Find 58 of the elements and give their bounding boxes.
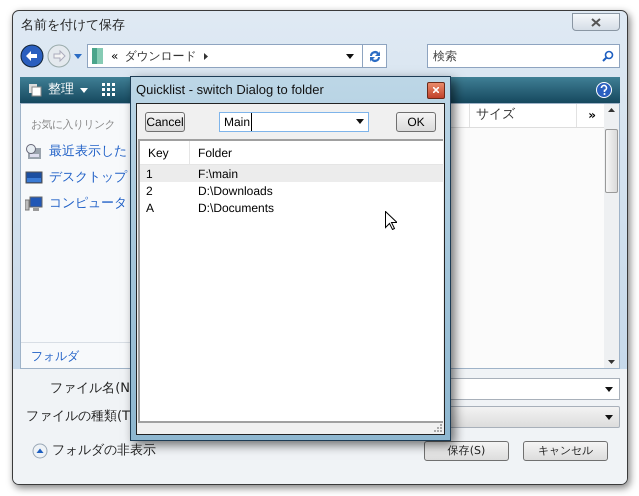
close-button[interactable] [427,82,445,98]
scroll-thumb[interactable] [605,129,618,193]
close-button[interactable] [572,13,620,31]
ok-button[interactable]: OK [396,112,436,132]
favorites-heading: お気に入りリンク [31,117,115,133]
cancel-button[interactable]: Cancel [145,112,185,132]
folder-path: D:\Downloads [197,182,273,200]
close-icon [591,18,601,26]
computer-icon [25,196,43,212]
window-title: 名前を付けて保存 [20,17,125,36]
address-bar[interactable]: « ダウンロード [87,44,387,68]
dropdown-icon[interactable] [80,88,88,92]
column-header[interactable]: サイズ [469,104,576,127]
refresh-icon[interactable] [368,49,382,63]
key-text: 2 [145,182,154,200]
close-icon [433,87,439,93]
search-placeholder: 検索 [433,48,457,65]
mouse-cursor-icon [385,211,397,230]
clock-folder-icon [25,144,43,160]
resize-grip-icon[interactable] [433,423,442,432]
collapse-icon[interactable] [32,443,48,459]
favorite-label[interactable]: デスクトップ [49,168,127,188]
help-icon[interactable] [596,82,612,98]
dropdown-icon[interactable] [356,119,364,124]
scrollbar[interactable] [604,104,619,368]
organize-button[interactable]: 整理 [48,80,74,100]
scroll-up-icon[interactable] [608,108,615,112]
breadcrumb-overflow[interactable]: « [111,47,118,65]
key-text: A [145,200,156,216]
chevron-icon[interactable] [204,52,208,60]
desktop-icon [25,170,43,186]
hide-folders-toggle[interactable]: フォルダの非表示 [52,441,156,461]
grid-icon[interactable] [102,83,116,97]
search-field[interactable]: 検索 [427,44,620,68]
folder-combo[interactable]: Main [219,112,369,132]
scroll-down-icon[interactable] [608,360,615,364]
pages-icon [28,83,42,97]
dropdown-icon[interactable] [605,414,613,420]
combo-value: Main [224,112,252,130]
column-header[interactable]: Folder [190,141,443,164]
folder-path: F:\main [197,166,238,182]
column-header[interactable]: Key [140,141,190,164]
list-row[interactable]: 1 F:\main [140,165,443,182]
folder-icon [91,47,105,65]
dialog-button[interactable]: 保存(S) [424,441,509,461]
folder-path: D:\Documents [197,200,274,216]
dialog-button[interactable]: キャンセル [523,441,608,461]
breadcrumb-folder[interactable]: ダウンロード [124,47,196,65]
dropdown-icon[interactable] [605,386,613,392]
field-label: ファイル名(N [49,380,130,398]
key-text: 1 [145,166,154,182]
history-dropdown-icon[interactable] [346,54,354,58]
back-icon[interactable] [20,44,44,68]
favorite-label[interactable]: 最近表示した [49,142,127,162]
favorite-label[interactable]: コンピュータ [49,194,127,214]
dialog-title: Quicklist - switch Dialog to folder [136,81,324,100]
search-icon[interactable] [602,50,614,62]
field-label: ファイルの種類(T [24,408,130,426]
